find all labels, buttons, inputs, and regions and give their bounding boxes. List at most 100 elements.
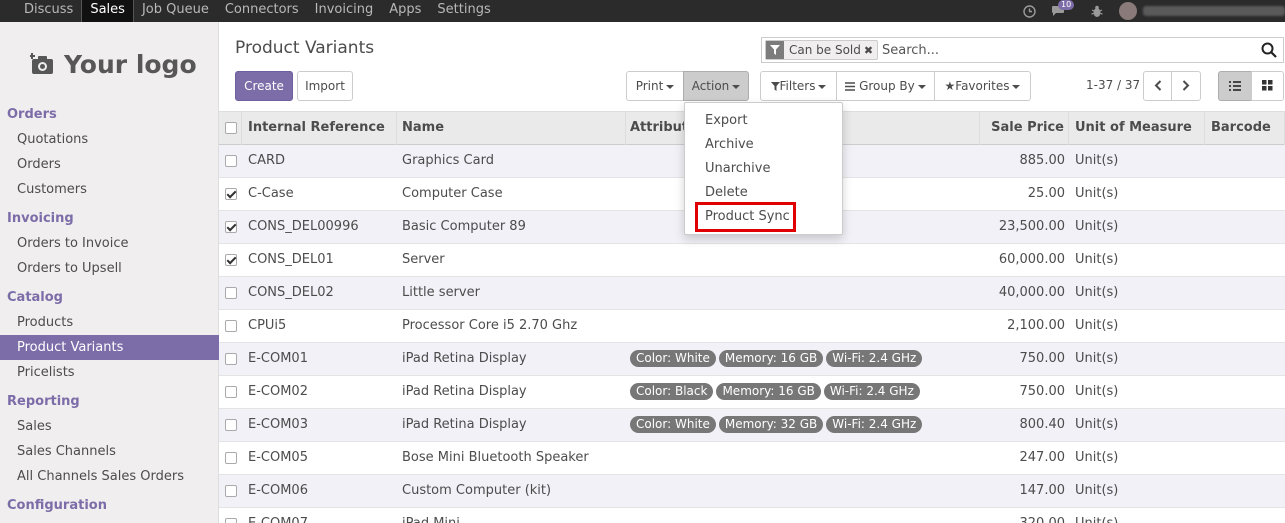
column-header-barcode[interactable]: Barcode — [1205, 112, 1285, 145]
sidebar-nav: Orders Quotations Orders Customers Invoicing… — [0, 102, 219, 523]
search-input[interactable] — [882, 41, 1252, 59]
sidebar-item-pricelists[interactable]: Pricelists — [0, 360, 219, 385]
column-header-unit-of-measure[interactable]: Unit of Measure — [1069, 112, 1205, 145]
filter-icon — [770, 82, 780, 91]
action-menu-item-export[interactable]: Export — [705, 113, 748, 128]
sidebar-item-orders[interactable]: Orders — [0, 152, 219, 177]
table-row[interactable]: CONS_DEL02 Little server 40,000.00 Unit(s) — [219, 277, 1285, 310]
action-menu-item-archive[interactable]: Archive — [705, 137, 754, 152]
row-checkbox[interactable] — [225, 221, 237, 233]
table-row[interactable]: CPUi5 Processor Core i5 2.70 Ghz 2,100.00 U… — [219, 310, 1285, 343]
chevron-down-icon — [666, 84, 675, 89]
action-dropdown-menu: Export Archive Unarchive Delete Product Sync — [684, 102, 843, 235]
row-checkbox[interactable] — [225, 452, 237, 464]
cell-barcode — [1205, 409, 1285, 442]
search-box[interactable]: Can be Sold ✖ — [761, 37, 1284, 63]
cell-sale-price: 2,100.00 — [1007, 318, 1065, 333]
attribute-tag: Color: White — [630, 416, 716, 433]
row-checkbox[interactable] — [225, 353, 237, 365]
table-row[interactable]: E-COM06 Custom Computer (kit) 147.00 Unit(s… — [219, 475, 1285, 508]
row-select-cell — [219, 244, 242, 277]
table-row[interactable]: E-COM02 iPad Retina Display Color: Black Me… — [219, 376, 1285, 409]
cell-internal-reference: C-Case — [248, 186, 294, 201]
cell-name: Little server — [402, 285, 480, 300]
row-checkbox[interactable] — [225, 386, 237, 398]
cell-unit-of-measure: Unit(s) — [1075, 351, 1119, 366]
action-menu-item-delete[interactable]: Delete — [705, 185, 748, 200]
user-name-blurred[interactable] — [1143, 6, 1285, 16]
search-facet[interactable]: Can be Sold ✖ — [765, 40, 879, 60]
column-header-internal-reference[interactable]: Internal Reference — [242, 112, 397, 145]
attribute-tag: Color: White — [630, 350, 716, 367]
sidebar-item-sales[interactable]: Sales — [0, 414, 219, 439]
cell-name: Basic Computer 89 — [402, 219, 526, 234]
sidebar-item-product-variants[interactable]: Product Variants — [0, 335, 219, 360]
select-all-cell — [219, 112, 242, 145]
list-view-button[interactable] — [1218, 71, 1252, 101]
cell-sale-price: 60,000.00 — [998, 252, 1065, 267]
create-button[interactable]: Create — [235, 71, 293, 101]
row-checkbox[interactable] — [225, 320, 237, 332]
action-button[interactable]: Action — [683, 71, 749, 101]
sidebar-section-reporting: Reporting — [7, 394, 80, 409]
app-menu-invoicing[interactable]: Invoicing — [307, 0, 382, 22]
import-button[interactable]: Import — [297, 71, 353, 101]
print-button[interactable]: Print — [626, 71, 684, 101]
select-all-checkbox[interactable] — [225, 122, 237, 134]
sidebar-item-quotations[interactable]: Quotations — [0, 127, 219, 152]
cell-name: Custom Computer (kit) — [402, 483, 552, 498]
table-row[interactable]: CONS_DEL01 Server 60,000.00 Unit(s) — [219, 244, 1285, 277]
pager-next-button[interactable] — [1171, 71, 1201, 101]
cell-internal-reference: E-COM07 — [242, 508, 397, 523]
action-menu-item-product-sync[interactable]: Product Sync — [705, 209, 790, 224]
row-checkbox[interactable] — [225, 485, 237, 497]
table-row[interactable]: E-COM03 iPad Retina Display Color: White Me… — [219, 409, 1285, 442]
favorites-button[interactable]: ★Favorites — [934, 71, 1031, 101]
app-menu-sales[interactable]: Sales — [81, 0, 134, 22]
sidebar-item-customers[interactable]: Customers — [0, 177, 219, 202]
cell-attributes: Color: White Memory: 32 GB Wi-Fi: 2.4 GHz — [626, 409, 980, 442]
app-menu-connectors[interactable]: Connectors — [217, 0, 307, 22]
sidebar-item-orders-to-invoice[interactable]: Orders to Invoice — [0, 231, 219, 256]
search-icon[interactable] — [1261, 42, 1277, 62]
row-checkbox[interactable] — [225, 155, 237, 167]
cell-internal-reference: CONS_DEL01 — [248, 252, 334, 267]
cell-barcode — [1205, 343, 1285, 376]
row-checkbox[interactable] — [225, 419, 237, 431]
row-checkbox[interactable] — [225, 287, 237, 299]
column-header-name[interactable]: Name — [397, 112, 626, 145]
row-checkbox[interactable] — [225, 254, 237, 266]
cell-name: Server — [402, 252, 445, 267]
table-row[interactable]: E-COM01 iPad Retina Display Color: White Me… — [219, 343, 1285, 376]
row-checkbox[interactable] — [225, 518, 237, 523]
sidebar-item-settings[interactable]: Settings — [0, 518, 219, 523]
app-menu-job-queue[interactable]: Job Queue — [134, 0, 217, 22]
action-menu-item-unarchive[interactable]: Unarchive — [705, 161, 770, 176]
kanban-view-button[interactable] — [1251, 71, 1284, 101]
row-checkbox[interactable] — [225, 188, 237, 200]
column-header-sale-price[interactable]: Sale Price — [980, 112, 1069, 145]
attribute-tag: Memory: 16 GB — [718, 350, 824, 367]
sidebar-item-all-channels-sales-orders[interactable]: All Channels Sales Orders — [0, 464, 219, 489]
cell-name: Graphics Card — [402, 153, 494, 168]
app-menu-apps[interactable]: Apps — [381, 0, 429, 22]
pager-previous-button[interactable] — [1143, 71, 1172, 101]
sidebar-item-orders-to-upsell[interactable]: Orders to Upsell — [0, 256, 219, 281]
bug-icon[interactable] — [1089, 3, 1105, 19]
pager-value[interactable]: 1-37 / 37 — [1086, 78, 1140, 92]
filters-button[interactable]: Filters — [760, 71, 837, 101]
sidebar-item-products[interactable]: Products — [0, 310, 219, 335]
app-menu-discuss[interactable]: Discuss — [16, 0, 81, 22]
cell-attributes — [626, 244, 980, 277]
camera-icon — [30, 53, 53, 74]
chat-icon[interactable]: 10 — [1051, 0, 1075, 17]
close-icon[interactable]: ✖ — [864, 44, 873, 57]
table-row[interactable]: E-COM07iPad Mini 320.00Unit(s) — [219, 508, 1285, 523]
table-row[interactable]: E-COM05 Bose Mini Bluetooth Speaker 247.00… — [219, 442, 1285, 475]
clock-icon[interactable] — [1021, 3, 1037, 19]
app-menu-settings[interactable]: Settings — [429, 0, 498, 22]
cell-barcode — [1205, 145, 1285, 178]
user-avatar[interactable] — [1119, 2, 1137, 20]
groupby-button[interactable]: Group By — [836, 71, 935, 101]
sidebar-item-sales-channels[interactable]: Sales Channels — [0, 439, 219, 464]
